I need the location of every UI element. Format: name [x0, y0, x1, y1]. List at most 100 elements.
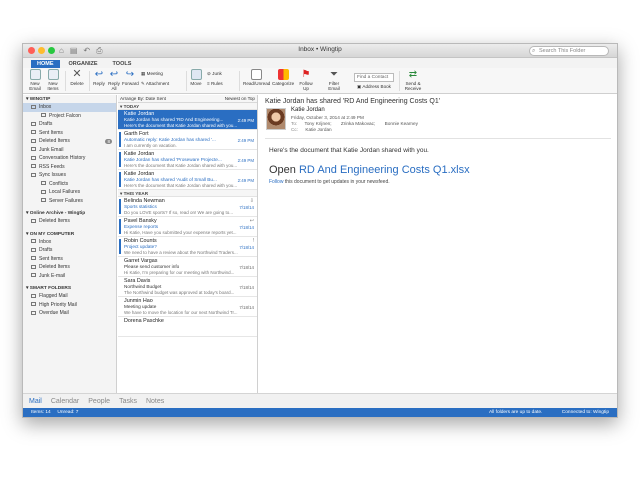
sender-name[interactable]: Katie Jordan: [291, 107, 325, 113]
message-item[interactable]: Junmin Hao Meeting update We have to move …: [118, 297, 257, 317]
search-input[interactable]: ⌕ Search This Folder: [529, 46, 609, 56]
sidebar-item[interactable]: RSS Feeds: [23, 163, 116, 172]
new-email-button[interactable]: New Email: [27, 69, 43, 91]
sidebar-item-label: RSS Feeds: [39, 163, 65, 170]
title-bar: ⌂ ▤ ↶ ⎙ Inbox • Wingtip ⌕ Search This Fo…: [23, 44, 617, 58]
sidebar-item[interactable]: Deleted Items 8: [23, 137, 116, 146]
message-item[interactable]: Dorena Paschke: [118, 317, 257, 337]
folder-icon: [31, 147, 36, 152]
sidebar-item[interactable]: Conflicts: [23, 180, 116, 189]
message-item[interactable]: Robin Counts Project update? We need to ha…: [118, 237, 257, 257]
sidebar-item-label: Sync Issues: [39, 172, 66, 178]
ribbon-divider: [239, 71, 240, 91]
recipient[interactable]: Zrinka Makovac;: [341, 121, 375, 126]
reply-all-button[interactable]: ↩ Reply All: [107, 69, 121, 91]
count-badge: 8: [105, 138, 112, 144]
categorize-button[interactable]: Categorize: [272, 69, 294, 86]
sidebar-item[interactable]: Drafts: [23, 120, 116, 129]
group-header-this-year[interactable]: ▾ THIS YEAR: [118, 190, 257, 197]
attachment-button[interactable]: ✎ Attachment: [141, 81, 169, 87]
new-items-button[interactable]: New Items: [45, 69, 61, 91]
message-item[interactable]: Katie Jordan Katie Jordan has shared 'RD …: [118, 110, 257, 130]
sidebar-item[interactable]: Overdue Mail: [23, 309, 116, 318]
forward-button[interactable]: ↪ Forward: [122, 69, 139, 86]
archive-folder-list: Deleted Items: [23, 217, 116, 226]
sidebar-item-label: Local Failures: [49, 189, 81, 195]
computer-folder-list: Inbox Drafts Sent Items Deleted Items Junk E…: [23, 238, 116, 281]
recipient[interactable]: Bonnie Kearney: [385, 121, 418, 126]
sidebar-item[interactable]: Deleted Items: [23, 217, 116, 226]
account-header[interactable]: ▾ WINGTIP: [23, 95, 116, 103]
new-email-icon: [29, 69, 41, 80]
nav-calendar[interactable]: Calendar: [51, 398, 79, 405]
sidebar-item[interactable]: Conversation History: [23, 154, 116, 163]
message-time: 7/18/14: [239, 224, 254, 230]
message-item[interactable]: Sara Davis Northwind Budget The Northwind …: [118, 277, 257, 297]
sidebar-item[interactable]: Inbox: [23, 238, 116, 247]
tab-organize[interactable]: ORGANIZE: [63, 60, 104, 68]
filter-email-button[interactable]: ⏷ Filter Email: [323, 69, 345, 91]
meeting-button[interactable]: ▦ Meeting: [141, 71, 163, 77]
folder-icon: [41, 181, 46, 186]
sidebar-item[interactable]: Sync Issues: [23, 171, 116, 180]
sidebar-item[interactable]: Server Failures: [23, 197, 116, 206]
move-button[interactable]: Move: [189, 69, 203, 86]
sidebar-item[interactable]: Sent Items: [23, 129, 116, 138]
message-time: 2:49 PM: [237, 177, 254, 183]
junk-button[interactable]: ⊘ Junk: [207, 71, 222, 77]
sidebar-item-label: Flagged Mail: [39, 293, 68, 299]
sidebar-item-label: Deleted Items: [39, 218, 70, 224]
sidebar-item[interactable]: Inbox: [23, 103, 116, 112]
sidebar-item[interactable]: Sent Items: [23, 255, 116, 264]
send-receive-button[interactable]: ⇄ Send & Receive: [402, 69, 424, 91]
sidebar-item[interactable]: Junk Email: [23, 146, 116, 155]
follow-link[interactable]: Follow: [269, 179, 283, 185]
new-items-icon: [47, 69, 59, 80]
delete-button[interactable]: ✕ Delete: [68, 69, 86, 87]
message-item[interactable]: Katie Jordan Katie Jordan has shared 'Aud…: [118, 170, 257, 190]
message-item[interactable]: Garret Vargas Please send customer info Hi…: [118, 257, 257, 277]
send-receive-icon: ⇄: [408, 69, 418, 80]
nav-people[interactable]: People: [88, 398, 110, 405]
message-subject: Katie Jordan has shared 'Audit of Small …: [124, 177, 217, 182]
smart-folders-header[interactable]: ▾ SMART FOLDERS: [23, 284, 116, 292]
sidebar-item[interactable]: Flagged Mail: [23, 292, 116, 301]
sort-order-dropdown[interactable]: Newest on Top: [225, 95, 255, 103]
document-link[interactable]: RD And Engineering Costs Q1.xlsx: [299, 164, 470, 176]
recipient[interactable]: Katie Jordan: [305, 127, 331, 132]
message-item[interactable]: Pavel Bansky Expense reports Hi Katie, Hav…: [118, 217, 257, 237]
sidebar-item[interactable]: Local Failures: [23, 188, 116, 197]
message-item[interactable]: Belinda Newman Sports statistics Do you LO…: [118, 197, 257, 217]
nav-notes[interactable]: Notes: [146, 398, 164, 405]
message-body-text: Here's the document that Katie Jordan sh…: [269, 147, 429, 154]
read-unread-button[interactable]: Read/Unread: [243, 69, 270, 86]
tab-home[interactable]: HOME: [31, 60, 60, 68]
reply-button[interactable]: ↩ Reply: [92, 69, 106, 86]
sidebar-item[interactable]: Project Falcon: [23, 112, 116, 121]
sidebar-item[interactable]: Drafts: [23, 246, 116, 255]
nav-mail[interactable]: Mail: [29, 398, 42, 405]
arrange-bar: Arrange By: Date Sent Newest on Top: [118, 95, 257, 103]
group-header-today[interactable]: ▾ TODAY: [118, 103, 257, 110]
message-item[interactable]: Garth Fort Automatic reply: Katie Jordan …: [118, 130, 257, 150]
status-bar: Items: 14 Unread: 7 All folders are up t…: [23, 408, 617, 417]
rules-button[interactable]: ≡ Rules: [207, 81, 223, 86]
archive-header[interactable]: ▾ Online Archive - Wingtip: [23, 209, 116, 217]
sidebar-item-label: Overdue Mail: [39, 310, 69, 316]
computer-header[interactable]: ▾ ON MY COMPUTER: [23, 230, 116, 238]
ribbon-divider: [399, 71, 400, 91]
sidebar-item[interactable]: High Priority Mail: [23, 301, 116, 310]
folder-icon: [31, 239, 36, 244]
arrange-by-dropdown[interactable]: Arrange By: Date Sent: [120, 96, 166, 101]
tab-tools[interactable]: TOOLS: [107, 60, 138, 68]
follow-up-button[interactable]: ⚑ Follow Up: [297, 69, 315, 91]
find-contact-input[interactable]: Find a Contact: [354, 73, 394, 82]
sidebar-item[interactable]: Junk E-mail: [23, 272, 116, 281]
recipient[interactable]: Tony Krijnen;: [304, 121, 331, 126]
message-item[interactable]: Katie Jordan Katie Jordan has shared 'Pro…: [118, 150, 257, 170]
address-book-button[interactable]: ▣ Address Book: [357, 84, 391, 90]
sender-avatar[interactable]: [266, 108, 286, 130]
message-flag-icon: ↩: [249, 218, 254, 224]
sidebar-item[interactable]: Deleted Items: [23, 263, 116, 272]
nav-tasks[interactable]: Tasks: [119, 398, 137, 405]
